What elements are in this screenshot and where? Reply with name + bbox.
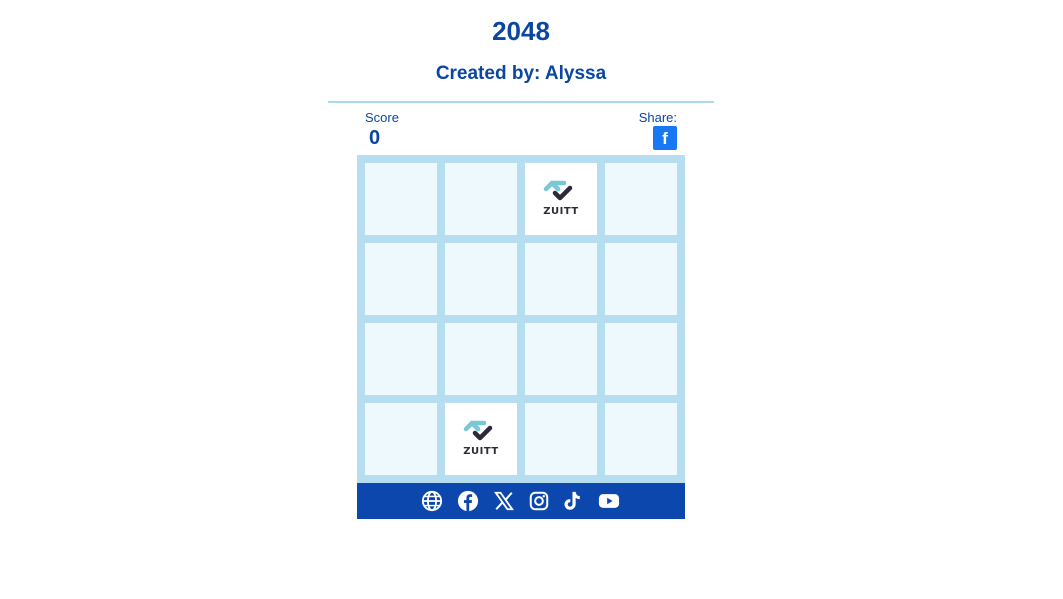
facebook-icon: f xyxy=(662,129,668,148)
footer-social-bar xyxy=(357,483,685,519)
page-subtitle: Created by: Alyssa xyxy=(435,63,607,84)
x-icon[interactable] xyxy=(493,490,515,512)
share-label: Share: xyxy=(638,110,677,125)
board-cell xyxy=(605,163,677,235)
tiktok-icon[interactable] xyxy=(561,490,583,512)
share-facebook-button[interactable]: f xyxy=(653,126,677,150)
board-tile: ZUITT xyxy=(445,403,517,475)
board-tile: ZUITT xyxy=(525,163,597,235)
board-cell xyxy=(525,403,597,475)
game-page: 2048 Created by: Alyssa Score 0 Share: f… xyxy=(0,0,1063,599)
instagram-icon[interactable] xyxy=(528,490,550,512)
youtube-icon[interactable] xyxy=(597,490,621,512)
board-cell xyxy=(365,163,437,235)
facebook-icon[interactable] xyxy=(457,490,479,512)
tile-logo-text: ZUITT xyxy=(543,206,579,217)
zuitt-logo-icon xyxy=(543,180,573,201)
page-title: 2048 xyxy=(492,16,550,46)
tile-logo-text: ZUITT xyxy=(463,446,499,457)
board-cell xyxy=(365,403,437,475)
zuitt-logo-icon xyxy=(463,420,493,441)
game-board[interactable]: ZUITT ZUITT xyxy=(357,155,685,483)
board-cell xyxy=(525,323,597,395)
board-cell xyxy=(525,243,597,315)
board-cell xyxy=(605,403,677,475)
divider xyxy=(328,101,714,103)
score-value: 0 xyxy=(369,127,381,149)
board-cell xyxy=(445,323,517,395)
board-cell xyxy=(445,243,517,315)
score-label: Score xyxy=(365,110,399,125)
board-cell xyxy=(365,323,437,395)
globe-icon[interactable] xyxy=(421,490,443,512)
board-cell xyxy=(605,243,677,315)
board-cell xyxy=(605,323,677,395)
board-cell xyxy=(365,243,437,315)
board-cell xyxy=(445,163,517,235)
